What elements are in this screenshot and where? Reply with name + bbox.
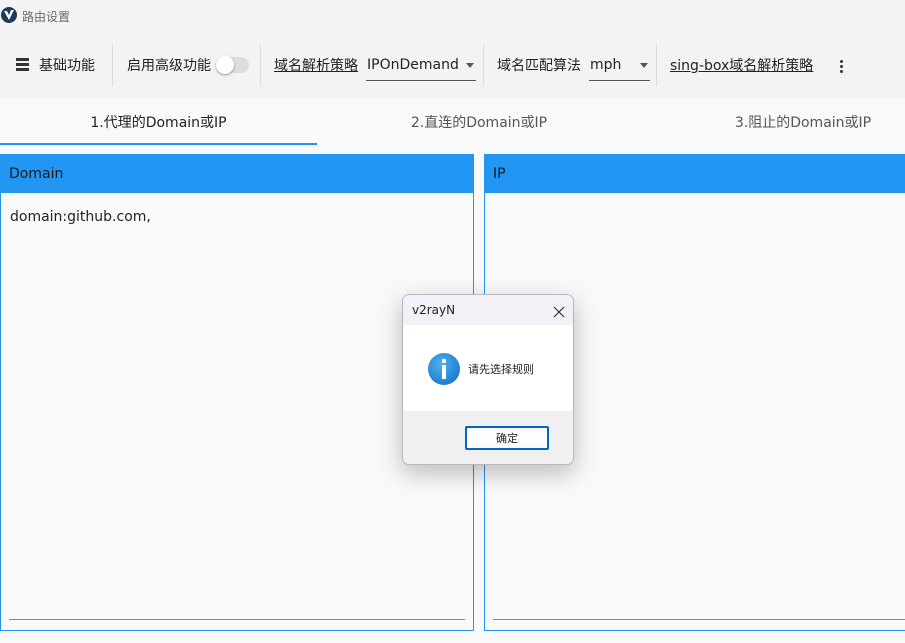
window-title: 路由设置 [22,10,71,24]
dialog-message: 请先选择规则 [468,363,534,376]
toolbar: 基础功能 启用高级功能 域名解析策略 IPOnDemand 域名匹配算法 mph… [0,32,905,98]
match-algo-select[interactable]: mph [589,50,650,81]
match-algo-label: 域名匹配算法 [497,58,581,74]
domain-strategy-value: IPOnDemand [367,57,459,73]
menu-list-icon [16,58,30,72]
ip-panel-header: IP [485,155,905,193]
rule-tabs: 1.代理的Domain或IP 2.直连的Domain或IP 3.阻止的Domai… [0,98,905,146]
ok-button[interactable]: 确定 [465,426,549,450]
chevron-down-icon [640,63,648,68]
domain-panel-header: Domain [1,155,473,193]
domain-strategy-select[interactable]: IPOnDemand [366,50,476,81]
advanced-toggle-switch[interactable] [216,56,249,74]
active-tab-indicator [0,143,317,145]
dialog-body: 请先选择规则 [403,325,573,411]
match-algo-value: mph [590,57,622,73]
advanced-toggle-label: 启用高级功能 [127,58,211,74]
match-algo-label-wrap: 域名匹配算法 [497,32,581,98]
domain-textarea-underline [9,619,465,620]
tab-proxy-label: 1.代理的Domain或IP [90,115,227,131]
ip-textarea-underline [493,619,905,620]
tab-block-label: 3.阻止的Domain或IP [734,115,872,131]
title-bar: 路由设置 [0,0,905,32]
tab-block[interactable]: 3.阻止的Domain或IP [641,98,905,146]
basic-features-label: 基础功能 [39,58,95,74]
advanced-toggle-group: 启用高级功能 [127,32,249,98]
singbox-strategy-link[interactable]: sing-box域名解析策略 [670,32,813,98]
close-icon[interactable] [553,303,565,318]
singbox-strategy-label: sing-box域名解析策略 [670,58,814,74]
tab-direct[interactable]: 2.直连的Domain或IP [317,98,641,146]
domain-strategy-link[interactable]: 域名解析策略 [274,32,358,98]
app-logo-icon [1,7,17,23]
info-icon [428,353,460,385]
tab-direct-label: 2.直连的Domain或IP [410,115,548,131]
more-options-icon[interactable] [838,58,846,74]
chevron-down-icon [466,63,474,68]
toolbar-divider [112,44,113,86]
message-dialog: v2rayN 请先选择规则 确定 [402,294,574,465]
basic-features-button[interactable]: 基础功能 [16,32,95,98]
toolbar-divider [656,44,657,86]
toolbar-divider [483,44,484,86]
dialog-title: v2rayN [412,303,456,317]
toolbar-divider [260,44,261,86]
domain-strategy-label: 域名解析策略 [274,58,358,74]
domain-textarea[interactable]: domain:github.com, [10,209,151,225]
dialog-title-bar: v2rayN [403,295,573,325]
tab-proxy[interactable]: 1.代理的Domain或IP [0,98,317,146]
